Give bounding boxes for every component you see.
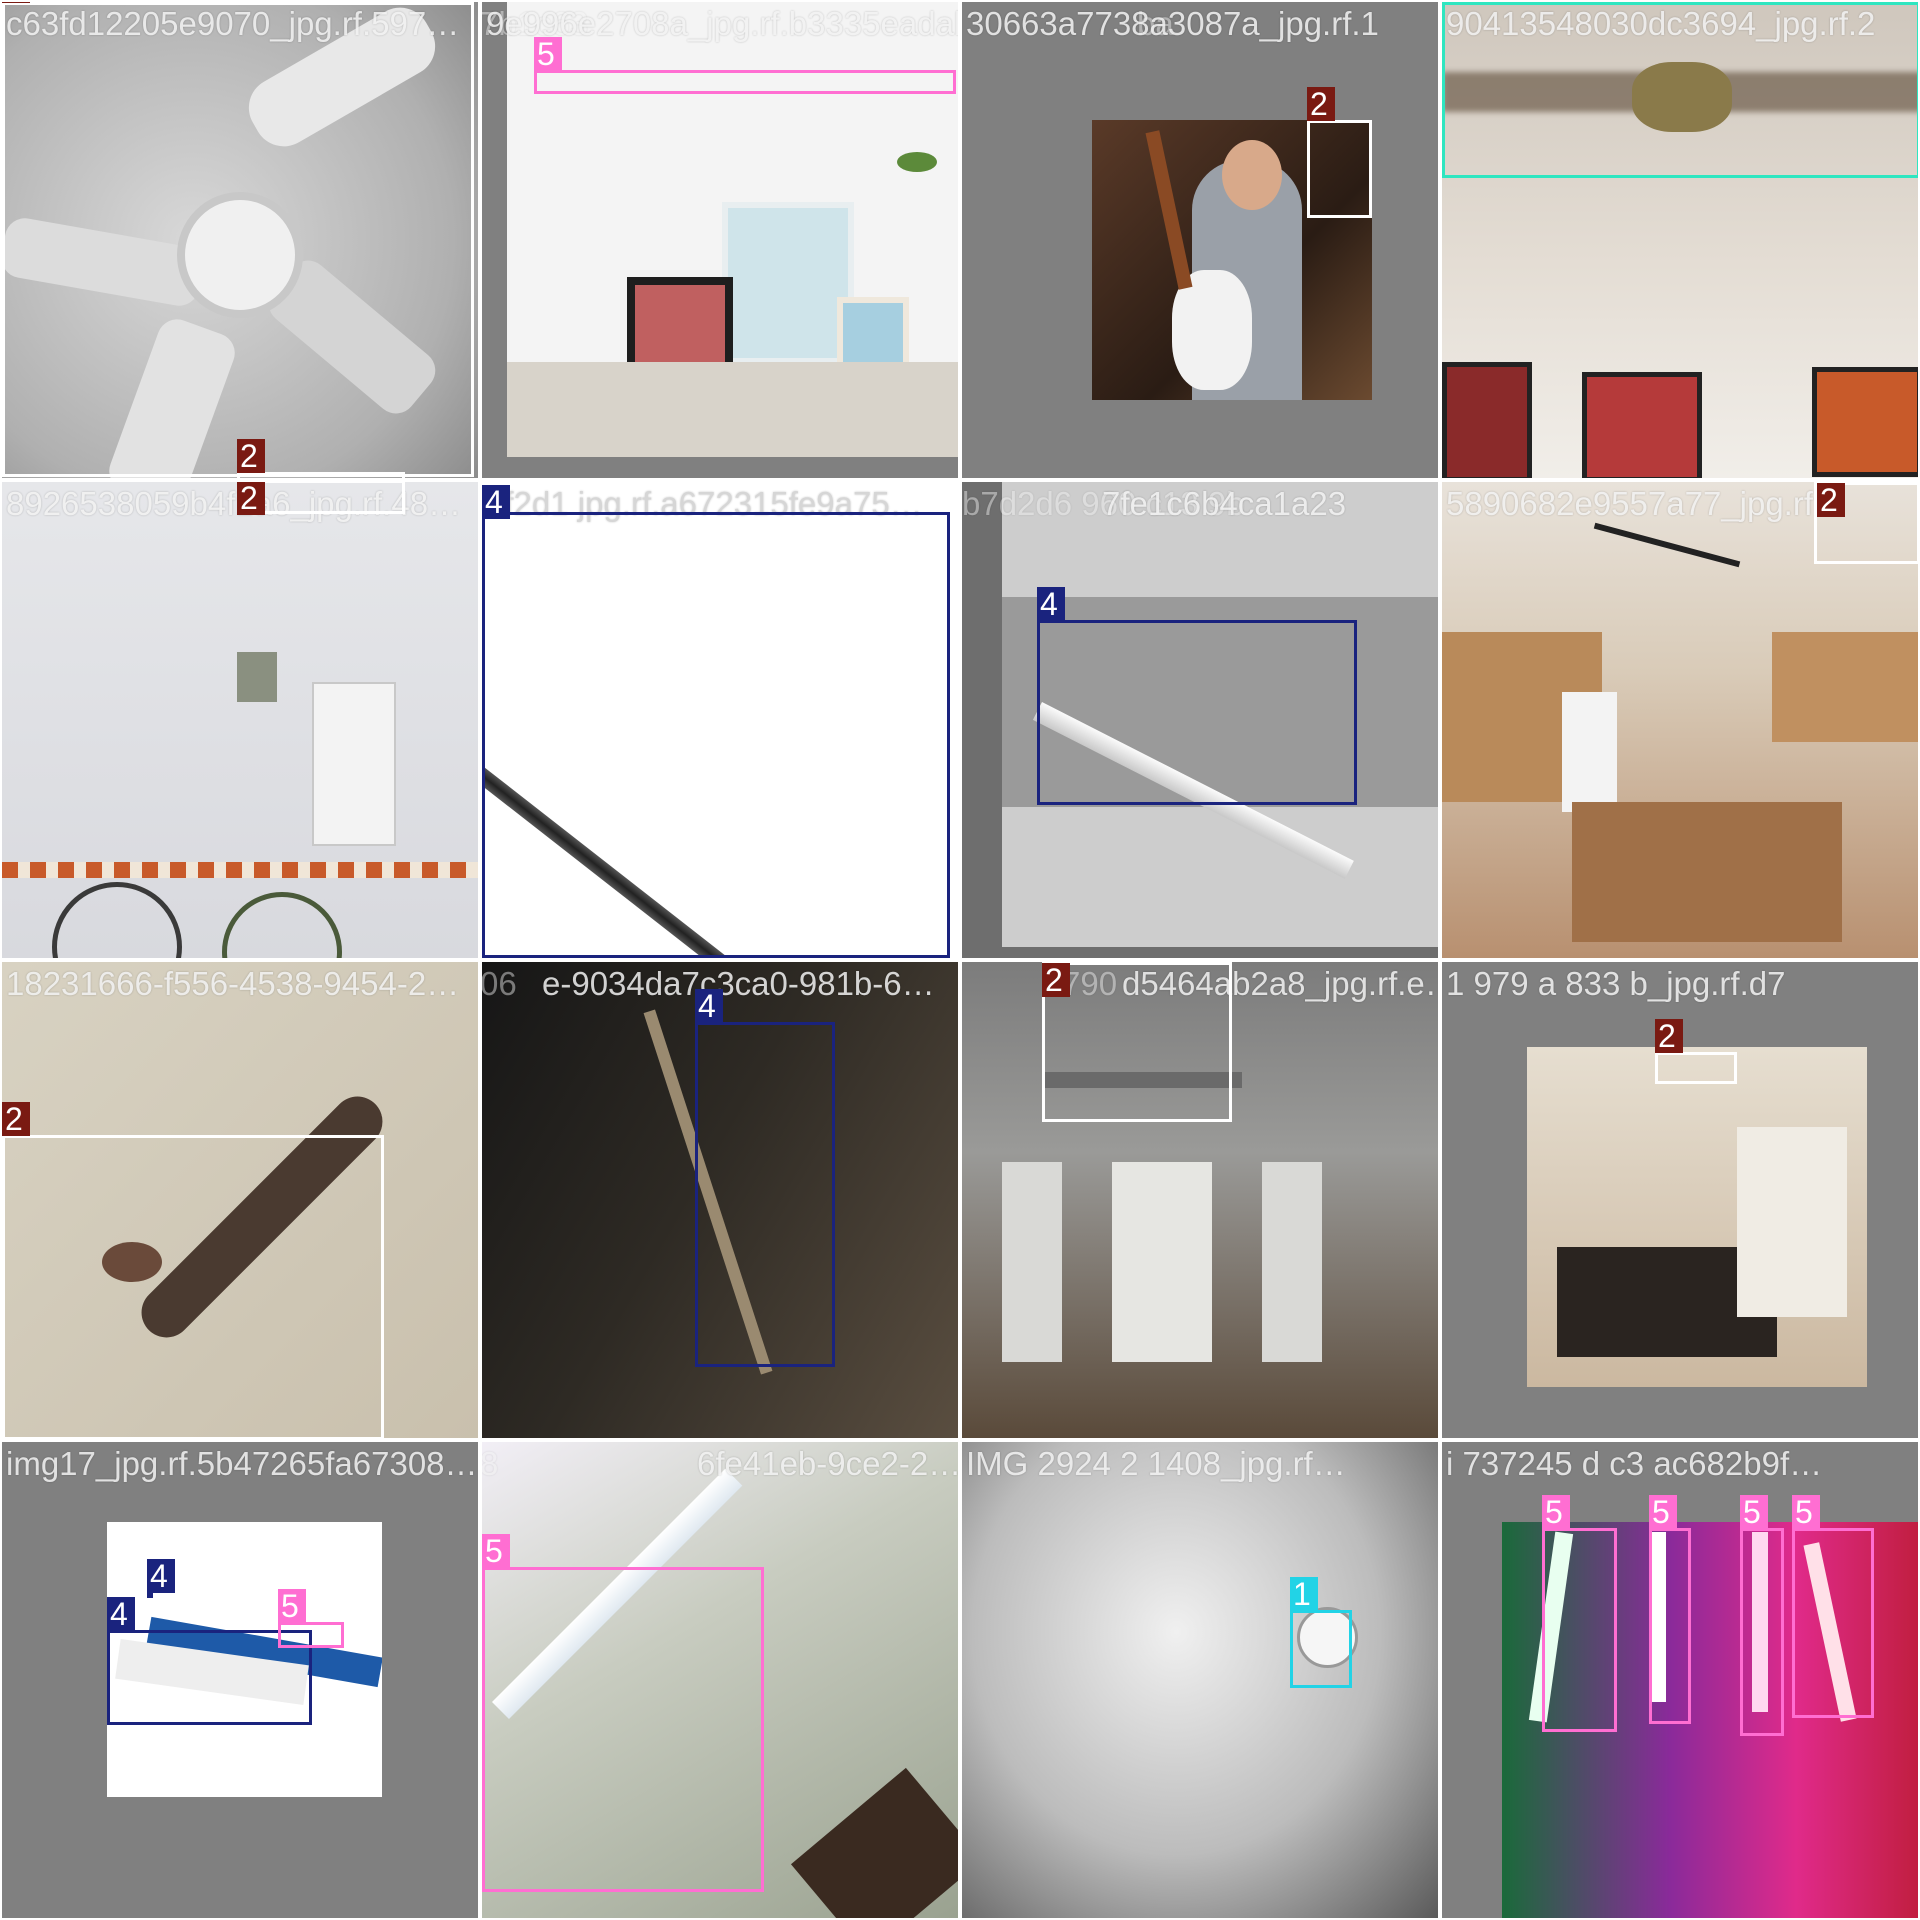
curtain: [1002, 1162, 1062, 1362]
frame: [790, 1767, 958, 1918]
frame: [627, 277, 733, 373]
tile-caption: 30663a7738a3087a_jpg.rf.1: [966, 5, 1379, 42]
bbox[interactable]: 5: [1649, 1495, 1691, 1724]
guitar-neck: [1145, 130, 1193, 290]
bbox[interactable]: 4: [482, 485, 950, 958]
bbox-label: 2: [1042, 963, 1070, 997]
bbox-label: 4: [482, 485, 510, 519]
bbox[interactable]: 3: [1442, 2, 1918, 178]
bbox-label: 5: [278, 1589, 306, 1623]
bbox[interactable]: 2: [1042, 962, 1232, 1122]
bbox-label: 2: [1817, 483, 1845, 517]
tile-3[interactable]: 90413548030dc3694_jpg.rf.2 3: [1440, 0, 1920, 480]
bike-wheel: [52, 882, 182, 958]
tile-image: [962, 2, 1438, 478]
bbox[interactable]: 5: [482, 1534, 764, 1892]
tile-11[interactable]: 1 979 a 833 b_jpg.rf.d7 2: [1440, 960, 1920, 1440]
bbox[interactable]: 2: [237, 439, 405, 478]
bbox-label: 4: [1037, 587, 1065, 621]
bbox-label: 4: [147, 1559, 175, 1593]
bbox-label: 5: [1792, 1495, 1820, 1529]
bbox-label: 4: [107, 1597, 135, 1631]
person-head: [1222, 140, 1282, 210]
window-blinds: [1737, 1127, 1847, 1317]
tile-13[interactable]: 8 6fe41eb-9ce2-2… 5: [480, 1440, 960, 1920]
tile-12[interactable]: img17_jpg.rf.5b47265fa67308… 4 4 5: [0, 1440, 480, 1920]
bbox[interactable]: 2: [1814, 482, 1918, 564]
fridge: [1562, 692, 1617, 812]
bbox[interactable]: 5: [534, 37, 956, 94]
wall-border: [2, 862, 478, 878]
bbox-label: 2: [2, 2, 30, 3]
bbox-label: 3: [1442, 2, 1470, 3]
poster: [1812, 367, 1918, 477]
bbox-label: 2: [1655, 1019, 1683, 1053]
bbox[interactable]: 5: [278, 1589, 344, 1648]
bike-wheel: [222, 892, 342, 958]
tile-4[interactable]: 8926538059b4f1a6_jpg.rf.48… 2: [0, 480, 480, 960]
bbox[interactable]: 2: [237, 482, 405, 515]
panel: [237, 652, 277, 702]
bbox[interactable]: 2: [2, 1102, 384, 1438]
cabinet: [1772, 632, 1918, 742]
bbox-label: 2: [2, 1102, 30, 1136]
tile-8[interactable]: 18231666-f556-4538-9454-2… 2: [0, 960, 480, 1440]
tile-5[interactable]: 7f2d1 jpg.rf.a672315fe9a75… 4: [480, 480, 960, 960]
curtain: [1262, 1162, 1322, 1362]
bbox-label: 5: [1649, 1495, 1677, 1529]
tile-caption: 6fe41eb-9ce2-2…: [697, 1445, 960, 1482]
bbox-label: 4: [695, 989, 723, 1023]
island: [1572, 802, 1842, 942]
tile-2[interactable]: ba 30663a7738a3087a_jpg.rf.1 2: [960, 0, 1440, 480]
bbox-label: 5: [534, 37, 562, 71]
tile-7[interactable]: 5890682e9557a77_jpg.rf.e 2: [1440, 480, 1920, 960]
bbox[interactable]: 2: [2, 2, 474, 477]
bbox[interactable]: 4: [1037, 587, 1357, 805]
tile-0[interactable]: c63fd12205e9070_jpg.rf.597… 2 2: [0, 0, 480, 480]
bbox[interactable]: 2: [1655, 1019, 1737, 1084]
tile-caption: IMG 2924 2 1408_jpg.rf…: [966, 1445, 1346, 1482]
track-light: [1593, 522, 1741, 568]
tile-15[interactable]: i 737245 d c3 ac682b9f… 5 5 5 5: [1440, 1440, 1920, 1920]
bbox[interactable]: 5: [1542, 1495, 1617, 1732]
bbox[interactable]: 4: [695, 989, 835, 1367]
mosaic-grid: c63fd12205e9070_jpg.rf.597… 2 2 7b1c63 9…: [0, 0, 1920, 1920]
bbox-label: 2: [237, 482, 265, 515]
tile-caption: e-9034da7c3ca0-981b-6…: [542, 965, 935, 1002]
tile-caption: 1 979 a 833 b_jpg.rf.d7: [1446, 965, 1786, 1002]
poster: [1582, 372, 1702, 478]
bbox-label: 5: [482, 1534, 510, 1568]
tile-caption: i 737245 d c3 ac682b9f…: [1446, 1445, 1823, 1482]
tile-6[interactable]: b7d2d6 960 c13 9b 7fe1c6b4ca1a23 4: [960, 480, 1440, 960]
shelf: [507, 362, 958, 457]
tile-10[interactable]: 790 d5464ab2a8_jpg.rf.e… 2: [960, 960, 1440, 1440]
tile-1[interactable]: 7b1c63 9e996e2708a_jpg.rf.b3335eadab 5: [480, 0, 960, 480]
bbox-label: 5: [1542, 1495, 1570, 1529]
tile-caption: 18231666-f556-4538-9454-2…: [6, 965, 460, 1002]
bbox-label: 5: [1740, 1495, 1768, 1529]
door: [1112, 1162, 1212, 1362]
tile-caption: 7fe1c6b4ca1a23: [1102, 485, 1347, 522]
panel: [312, 682, 396, 846]
tile-image: [2, 482, 478, 958]
tile-image: [962, 1442, 1438, 1918]
frame: [722, 202, 854, 364]
bbox-label: 1: [1290, 1577, 1318, 1611]
tile-caption: 5890682e9557a77_jpg.rf.e: [1446, 485, 1841, 522]
frame: [837, 297, 909, 369]
tile-14[interactable]: IMG 2924 2 1408_jpg.rf… 1: [960, 1440, 1440, 1920]
tile-9[interactable]: 06 e-9034da7c3ca0-981b-6… 4: [480, 960, 960, 1440]
bbox-label: 2: [1307, 87, 1335, 121]
bbox[interactable]: 5: [1740, 1495, 1784, 1736]
bbox-label: 2: [237, 439, 265, 473]
bbox[interactable]: 2: [1307, 87, 1372, 218]
bbox[interactable]: 5: [1792, 1495, 1874, 1718]
plant: [897, 152, 937, 172]
poster: [1442, 362, 1532, 478]
tile-caption-overlap: 06: [480, 965, 517, 1002]
bbox[interactable]: 4: [147, 1559, 175, 1598]
tile-caption: img17_jpg.rf.5b47265fa67308…: [6, 1445, 478, 1482]
bbox[interactable]: 1: [1290, 1577, 1352, 1688]
tile-caption-overlap: 8: [480, 1445, 499, 1482]
